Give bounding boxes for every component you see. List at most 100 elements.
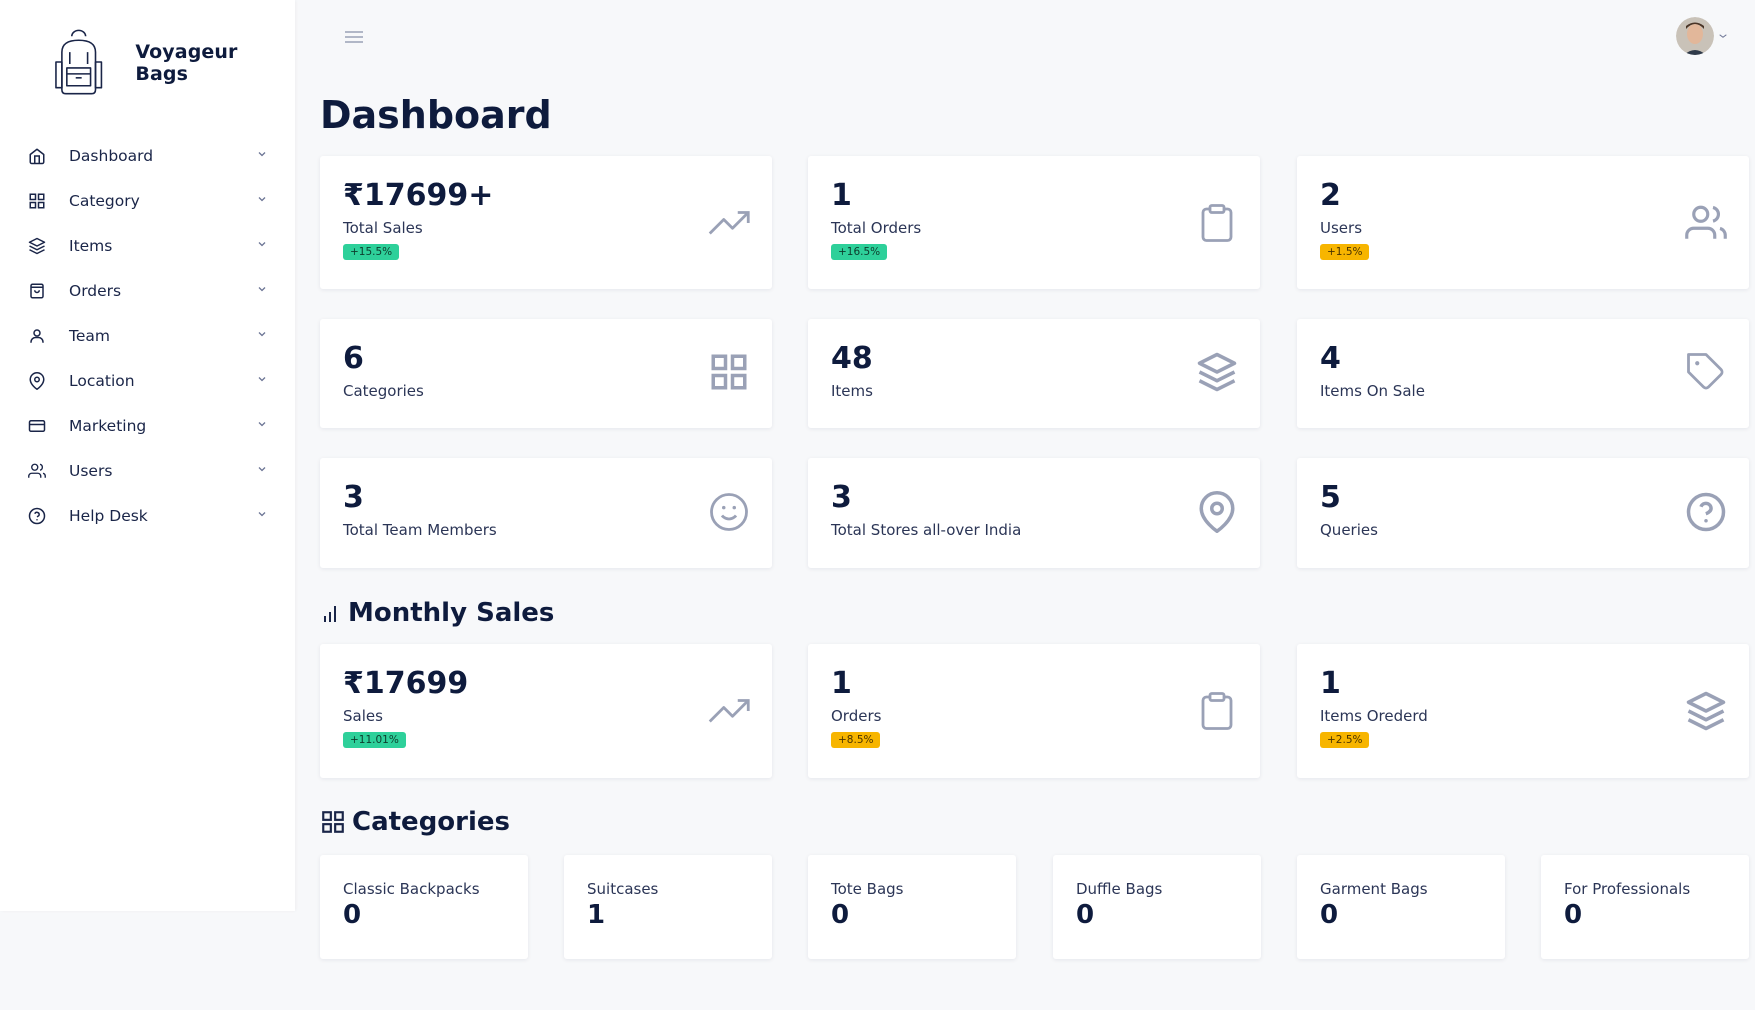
- stat-value: 48: [831, 341, 873, 376]
- chevron-down-icon: [256, 148, 268, 160]
- stat-label: Total Stores all-over India: [831, 521, 1022, 539]
- trending-up-icon: [708, 202, 750, 244]
- stat-value: 1: [831, 666, 852, 701]
- stat-card-total-sales: ₹17699+ Total Sales +15.5%: [320, 156, 772, 289]
- stat-value: 3: [343, 480, 364, 515]
- category-label: Tote Bags: [831, 880, 904, 898]
- layers-icon: [27, 236, 47, 256]
- stat-value: 1: [1320, 666, 1341, 701]
- sidebar-item-label: Marketing: [69, 416, 147, 435]
- chevron-down-icon: [256, 508, 268, 520]
- help-circle-icon: [27, 506, 47, 526]
- stat-value: 3: [831, 480, 852, 515]
- sidebar-item-orders[interactable]: Orders: [0, 268, 295, 313]
- monthly-card-items-ordered: 1 Items Orederd +2.5%: [1297, 644, 1749, 778]
- category-card[interactable]: For Professionals 0: [1541, 855, 1749, 959]
- monthly-sales-heading: Monthly Sales: [322, 598, 554, 628]
- stat-label: Items: [831, 382, 873, 400]
- sidebar-item-label: Orders: [69, 281, 122, 300]
- brand[interactable]: Voyageur Bags: [52, 28, 295, 98]
- stat-label: Total Orders: [831, 219, 922, 237]
- category-count: 0: [1320, 900, 1339, 930]
- sidebar-nav: Dashboard Category Items Orders Team Loc…: [0, 133, 295, 538]
- category-count: 0: [343, 900, 362, 930]
- trending-up-icon: [708, 690, 750, 732]
- sidebar-item-help-desk[interactable]: Help Desk: [0, 493, 295, 538]
- stat-label: Total Team Members: [343, 521, 497, 539]
- section-title: Monthly Sales: [348, 598, 555, 628]
- sidebar-item-category[interactable]: Category: [0, 178, 295, 223]
- user-icon: [27, 326, 47, 346]
- clipboard-icon: [1196, 202, 1238, 244]
- category-label: Classic Backpacks: [343, 880, 480, 898]
- sidebar-item-team[interactable]: Team: [0, 313, 295, 358]
- users-icon: [1685, 202, 1727, 244]
- bar-chart-icon: [324, 606, 336, 622]
- sidebar-item-location[interactable]: Location: [0, 358, 295, 403]
- category-card[interactable]: Suitcases 1: [564, 855, 772, 959]
- stat-value: 6: [343, 341, 364, 376]
- stat-badge: +16.5%: [831, 244, 888, 260]
- chevron-down-icon: [1719, 34, 1727, 38]
- sidebar-item-marketing[interactable]: Marketing: [0, 403, 295, 448]
- stat-card-queries: 5 Queries: [1297, 458, 1749, 568]
- clipboard-icon: [1196, 690, 1238, 732]
- category-count: 0: [831, 900, 850, 930]
- chevron-down-icon: [256, 283, 268, 295]
- smile-icon: [708, 491, 750, 533]
- stat-label: Items Orederd: [1320, 707, 1428, 725]
- chevron-down-icon: [256, 418, 268, 430]
- credit-card-icon: [27, 416, 47, 436]
- sidebar-item-label: Users: [69, 461, 113, 480]
- map-pin-icon: [1196, 491, 1238, 533]
- chevron-down-icon: [256, 373, 268, 385]
- stat-card-categories: 6 Categories: [320, 319, 772, 428]
- stat-value: 1: [831, 178, 852, 213]
- stat-card-users: 2 Users +1.5%: [1297, 156, 1749, 289]
- page-title: Dashboard: [320, 93, 552, 137]
- category-card[interactable]: Duffle Bags 0: [1053, 855, 1261, 959]
- user-avatar: [1676, 17, 1714, 55]
- hamburger-icon[interactable]: [343, 28, 365, 46]
- sidebar-item-items[interactable]: Items: [0, 223, 295, 268]
- stat-badge: +1.5%: [1320, 244, 1370, 260]
- map-pin-icon: [27, 371, 47, 391]
- category-label: Duffle Bags: [1076, 880, 1163, 898]
- stat-value: ₹17699: [343, 666, 469, 701]
- user-menu[interactable]: [1676, 17, 1728, 55]
- stat-badge: +15.5%: [343, 244, 400, 260]
- category-card[interactable]: Classic Backpacks 0: [320, 855, 528, 959]
- category-count: 1: [587, 900, 606, 930]
- stat-card-items: 48 Items: [808, 319, 1260, 428]
- sidebar-item-label: Items: [69, 236, 113, 255]
- categories-heading: Categories: [320, 807, 510, 837]
- sidebar-item-users[interactable]: Users: [0, 448, 295, 493]
- home-icon: [27, 146, 47, 166]
- tag-icon: [1685, 351, 1727, 393]
- monthly-card-sales: ₹17699 Sales +11.01%: [320, 644, 772, 778]
- stat-value: ₹17699+: [343, 178, 494, 213]
- chevron-down-icon: [256, 238, 268, 250]
- backpack-logo: [55, 29, 103, 95]
- category-label: Suitcases: [587, 880, 659, 898]
- chevron-down-icon: [256, 463, 268, 475]
- stat-value: 2: [1320, 178, 1341, 213]
- help-circle-icon: [1685, 491, 1727, 533]
- grid-icon: [708, 351, 750, 393]
- sidebar-item-label: Help Desk: [69, 506, 148, 525]
- sidebar: Voyageur Bags Dashboard Category Items O…: [0, 0, 295, 911]
- section-title: Categories: [352, 807, 511, 837]
- stat-card-stores: 3 Total Stores all-over India: [808, 458, 1260, 568]
- category-count: 0: [1564, 900, 1583, 930]
- category-card[interactable]: Garment Bags 0: [1297, 855, 1505, 959]
- chevron-down-icon: [256, 328, 268, 340]
- monthly-card-orders: 1 Orders +8.5%: [808, 644, 1260, 778]
- sidebar-item-label: Dashboard: [69, 146, 154, 165]
- grid-icon: [320, 809, 346, 835]
- stat-label: Items On Sale: [1320, 382, 1425, 400]
- category-card[interactable]: Tote Bags 0: [808, 855, 1016, 959]
- stat-label: Users: [1320, 219, 1363, 237]
- stat-badge: +8.5%: [831, 732, 881, 748]
- stat-label: Sales: [343, 707, 383, 725]
- sidebar-item-dashboard[interactable]: Dashboard: [0, 133, 295, 178]
